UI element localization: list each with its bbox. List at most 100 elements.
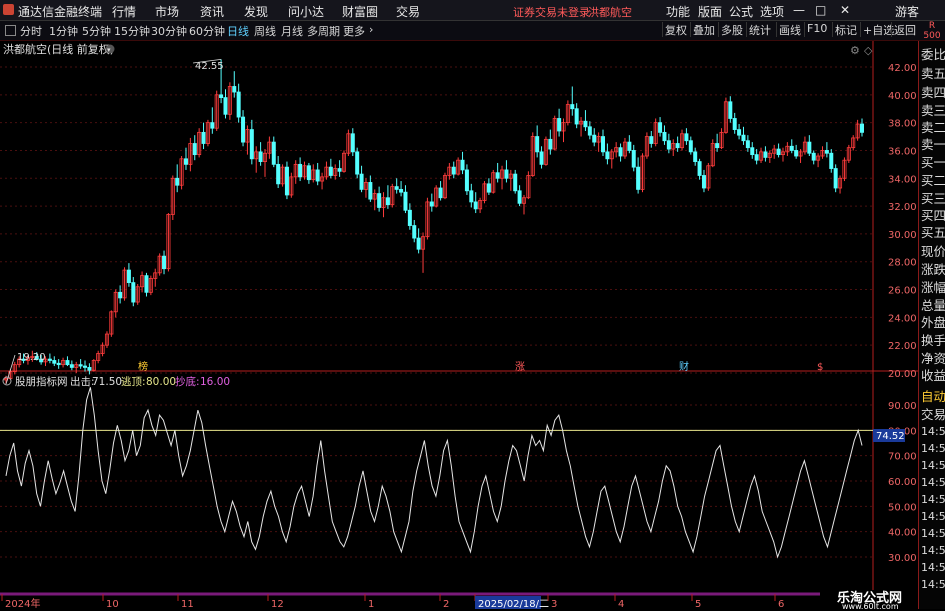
sidebar-item[interactable]: 卖一 [921, 134, 945, 153]
candle-body [824, 150, 829, 154]
date-label: 1 [368, 599, 374, 609]
candle-body [627, 141, 632, 151]
tab-15min[interactable]: 15分钟 [114, 23, 150, 39]
candle-body [601, 136, 606, 153]
minimize-button[interactable]: — [793, 3, 805, 17]
mark-button[interactable]: 标记 [832, 22, 859, 37]
sidebar-item[interactable]: 换手 [921, 330, 945, 349]
candle-body [860, 123, 865, 133]
draw-button[interactable]: 画线 [776, 22, 803, 37]
menu-options[interactable]: 选项 [760, 3, 784, 20]
event-marker[interactable]: $ [817, 362, 823, 373]
user-label[interactable]: 游客 [895, 3, 919, 20]
panel-toggle-icon[interactable] [5, 25, 16, 36]
event-marker[interactable]: 榜 [138, 360, 148, 373]
menu-ask[interactable]: 问小达 [288, 3, 324, 20]
candle-body [583, 120, 588, 128]
event-marker[interactable]: 涨 [515, 361, 525, 373]
price-tick-label: 26.00 [888, 286, 917, 297]
close-button[interactable]: ✕ [840, 3, 850, 17]
sidebar-item[interactable]: 买一 [921, 152, 945, 171]
menu-layout[interactable]: 版面 [698, 3, 722, 20]
tab-weekly[interactable]: 周线 [254, 23, 276, 39]
overlay-button[interactable]: 叠加 [690, 22, 717, 37]
tab-more[interactable]: 更多 [343, 23, 365, 39]
tick-time: 14:56 [921, 459, 945, 472]
auto-button[interactable]: 自动 [921, 386, 945, 405]
back-button[interactable]: 返回 [891, 22, 918, 37]
candle-body [701, 175, 706, 189]
login-notice[interactable]: 证券交易未登录 [513, 4, 590, 20]
indicator-tick-label: 70.00 [888, 452, 917, 463]
sidebar-item[interactable]: 现价 [921, 241, 945, 260]
tab-60min[interactable]: 60分钟 [189, 23, 225, 39]
candle-body [535, 136, 540, 153]
candle-body [219, 94, 224, 98]
candle-body [473, 201, 478, 210]
tab-1min[interactable]: 1分钟 [49, 23, 78, 39]
candle-body [829, 152, 834, 169]
menu-wealth[interactable]: 财富圈 [342, 3, 378, 20]
candle-body [715, 143, 720, 149]
sidebar-item[interactable]: 买二 [921, 170, 945, 189]
tab-monthly[interactable]: 月线 [281, 23, 303, 39]
sidebar-item[interactable]: 涨幅 [921, 277, 945, 296]
app-title: 通达信金融终端 [18, 5, 103, 19]
date-label: 3 [551, 599, 557, 609]
indicator-tick-label: 90.00 [888, 401, 917, 412]
candlestick-series [4, 58, 865, 385]
menu-discover[interactable]: 发现 [244, 3, 268, 20]
menu-formula[interactable]: 公式 [729, 3, 753, 20]
candle-body [210, 122, 215, 129]
indicator-tick-label: 30.00 [888, 553, 917, 564]
multi-stock-button[interactable]: 多股 [718, 22, 745, 37]
date-label: 6 [778, 599, 784, 609]
menu-market[interactable]: 市场 [155, 3, 179, 20]
candle-body [451, 166, 456, 175]
collapse-icon[interactable]: ◇ [864, 44, 873, 57]
sidebar-item[interactable]: 收益 [921, 365, 945, 384]
f10-button[interactable]: F10 [804, 22, 829, 37]
sidebar-item[interactable]: 卖五 [921, 63, 945, 82]
candle-body [658, 122, 663, 133]
sidebar-item[interactable]: 外盘 [921, 312, 945, 331]
bottom-value: 16.00 [200, 376, 230, 388]
stats-button[interactable]: 统计 [746, 22, 773, 37]
sidebar-item[interactable]: 委比 [921, 44, 945, 63]
candle-body [754, 154, 759, 161]
menu-function[interactable]: 功能 [666, 3, 690, 20]
more-chevron-icon[interactable]: › [369, 23, 373, 36]
tab-multi-period[interactable]: 多周期 [307, 23, 340, 39]
candle-body [328, 166, 333, 176]
tab-30min[interactable]: 30分钟 [151, 23, 187, 39]
candle-body [495, 172, 500, 179]
adjust-button[interactable]: 复权 [662, 22, 689, 37]
candle-body [412, 225, 417, 239]
quote-sidebar: 委比 卖五 卖四 卖三 卖二 卖一 买一 买二 买三 买四 买五 现价 涨跌 涨… [918, 41, 945, 609]
tick-time: 14:56 [921, 510, 945, 523]
sidebar-item[interactable]: 涨跌 [921, 259, 945, 278]
tab-daily[interactable]: 日线 [227, 23, 249, 39]
menu-quotes[interactable]: 行情 [112, 3, 136, 20]
menu-news[interactable]: 资讯 [200, 3, 224, 20]
chart-area[interactable]: 42.00 40.00 38.00 36.00 34.00 32.00 30.00 28.00… [0, 41, 918, 609]
trade-button[interactable]: 交易 [921, 404, 945, 423]
price-tick-label: 34.00 [888, 174, 917, 185]
sidebar-item[interactable]: 卖四 [921, 82, 945, 101]
menu-trade[interactable]: 交易 [396, 3, 420, 20]
low-price-label: 19.20 [17, 352, 46, 363]
candle-body [750, 147, 755, 156]
tab-intraday[interactable]: 分时 [20, 23, 42, 39]
event-marker[interactable]: 财 [679, 360, 689, 373]
tick-time: 14:56 [921, 476, 945, 489]
candle-body [126, 269, 131, 283]
date-label: 11 [181, 599, 194, 609]
settings-gear-icon[interactable]: ⚙ [850, 44, 860, 57]
title-menu-chevron-icon[interactable]: ▾ [107, 46, 111, 54]
candle-body [399, 188, 404, 193]
sidebar-item[interactable]: 买五 [921, 222, 945, 241]
maximize-button[interactable]: □ [815, 3, 826, 17]
tab-5min[interactable]: 5分钟 [82, 23, 111, 39]
tick-time: 14:56 [921, 578, 945, 591]
candle-body [688, 140, 693, 153]
